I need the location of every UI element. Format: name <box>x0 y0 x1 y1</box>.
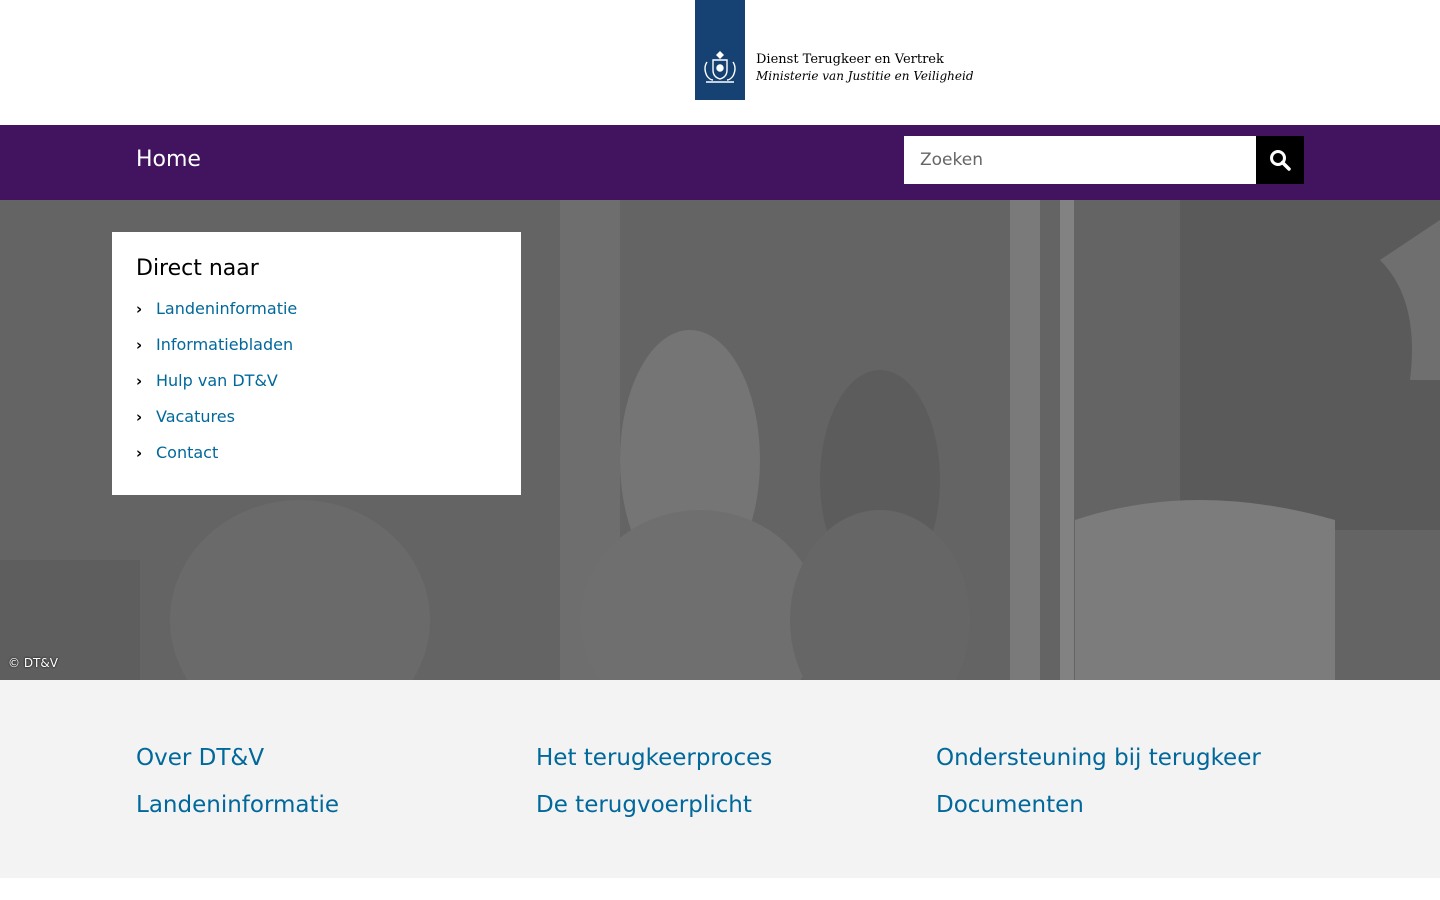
topic-link-ondersteuning[interactable]: Ondersteuning bij terugkeer <box>936 743 1261 773</box>
nav-home-link[interactable]: Home <box>136 147 201 172</box>
direct-link-informatiebladen[interactable]: Informatiebladen <box>156 335 293 355</box>
search-icon <box>1270 150 1291 171</box>
ministry-name: Ministerie van Justitie en Veiligheid <box>756 69 974 83</box>
logo-text: Dienst Terugkeer en Vertrek Ministerie v… <box>756 52 974 84</box>
topic-links-section: Over DT&V Het terugkeerproces Ondersteun… <box>0 680 1440 878</box>
direct-link-hulp[interactable]: Hulp van DT&V <box>156 371 278 391</box>
topic-link-landeninformatie[interactable]: Landeninformatie <box>136 790 339 820</box>
direct-naar-title: Direct naar <box>136 256 259 281</box>
hero-image: Direct naar › Landeninformatie › Informa… <box>0 200 1440 680</box>
topic-link-terugkeerproces[interactable]: Het terugkeerproces <box>536 743 772 773</box>
topic-link-documenten[interactable]: Documenten <box>936 790 1084 820</box>
list-item: › Landeninformatie <box>136 299 497 335</box>
chevron-right-icon: › <box>136 372 143 390</box>
search-button[interactable] <box>1256 136 1304 184</box>
site-header: Dienst Terugkeer en Vertrek Ministerie v… <box>0 0 1440 125</box>
list-item: › Informatiebladen <box>136 335 497 371</box>
logo-block <box>695 0 745 100</box>
coat-of-arms-icon <box>704 51 736 83</box>
chevron-right-icon: › <box>136 300 143 318</box>
chevron-right-icon: › <box>136 336 143 354</box>
direct-naar-list: › Landeninformatie › Informatiebladen › … <box>136 299 497 479</box>
direct-link-vacatures[interactable]: Vacatures <box>156 407 235 427</box>
search-input[interactable] <box>904 136 1256 184</box>
list-item: › Hulp van DT&V <box>136 371 497 407</box>
chevron-right-icon: › <box>136 408 143 426</box>
topic-link-terugvoerplicht[interactable]: De terugvoerplicht <box>536 790 752 820</box>
photo-credit: © DT&V <box>8 656 58 670</box>
direct-link-landeninformatie[interactable]: Landeninformatie <box>156 299 297 319</box>
topic-link-over-dtv[interactable]: Over DT&V <box>136 743 264 773</box>
main-navigation: Home <box>0 125 1440 200</box>
direct-naar-panel: Direct naar › Landeninformatie › Informa… <box>112 232 521 495</box>
direct-link-contact[interactable]: Contact <box>156 443 218 463</box>
list-item: › Vacatures <box>136 407 497 443</box>
list-item: › Contact <box>136 443 497 479</box>
org-name: Dienst Terugkeer en Vertrek <box>756 52 944 67</box>
chevron-right-icon: › <box>136 444 143 462</box>
